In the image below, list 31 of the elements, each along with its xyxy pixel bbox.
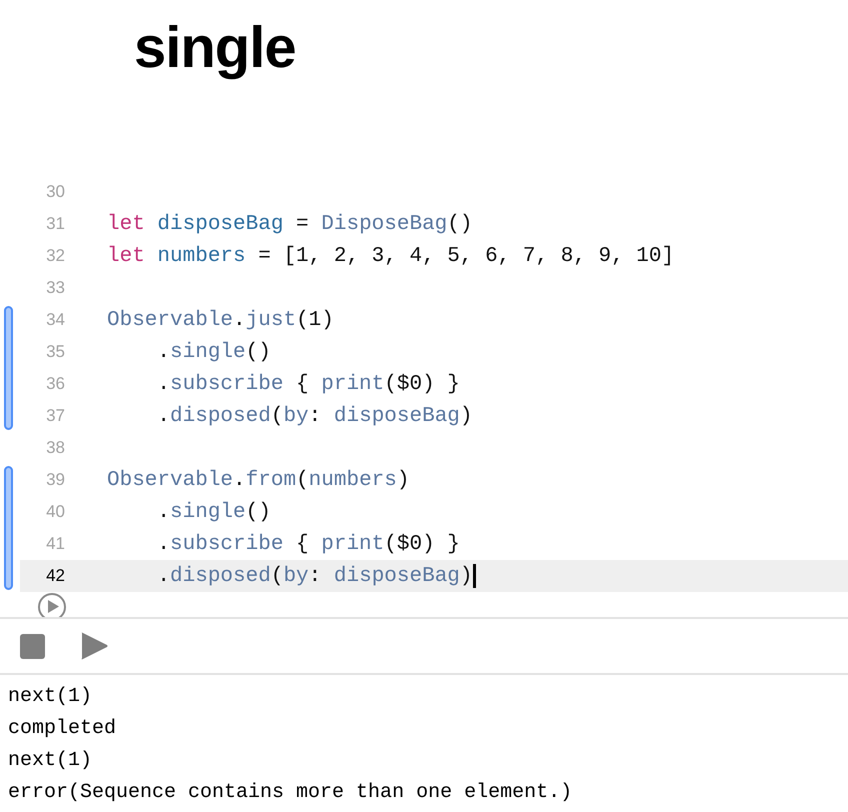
code-text: .single() — [156, 340, 271, 364]
page-title: single — [134, 15, 296, 80]
code-text: .subscribe { print($0) } — [156, 532, 460, 556]
line-number: 32 — [45, 246, 65, 266]
line-number: 38 — [45, 438, 65, 458]
line-number: 39 — [45, 470, 65, 490]
line-number: 37 — [45, 406, 65, 426]
code-text: .disposed(by: disposeBag) — [107, 564, 476, 588]
line-number: 31 — [45, 214, 65, 234]
code-text: let numbers = [1, 2, 3, 4, 5, 6, 7, 8, 9, 10] — [107, 244, 674, 268]
line-number: 30 — [45, 182, 65, 202]
code-text: Observable.from(numbers) — [107, 468, 410, 492]
code-text: .disposed(by: disposeBag) — [156, 404, 473, 428]
code-text: .single() — [156, 500, 271, 524]
run-icon[interactable] — [37, 592, 67, 617]
code-text: .subscribe { print($0) } — [156, 372, 460, 396]
code-text: Observable.just(1) — [107, 308, 334, 332]
stop-icon[interactable] — [20, 634, 45, 658]
console-line: completed — [7, 716, 118, 742]
line-number: 33 — [45, 278, 65, 298]
line-number: 40 — [45, 502, 65, 522]
play-icon[interactable] — [81, 632, 108, 660]
console-line: next(1) — [7, 684, 94, 710]
console-line: error(Sequence contains more than one element.) — [7, 780, 574, 806]
line-number: 34 — [45, 310, 65, 330]
line-number: 36 — [45, 374, 65, 394]
line-number: 42 — [45, 566, 65, 586]
code-text: let disposeBag = DisposeBag() — [107, 212, 473, 236]
line-number: 41 — [45, 534, 65, 554]
console-line: next(1) — [7, 748, 94, 774]
line-number: 35 — [45, 342, 65, 362]
